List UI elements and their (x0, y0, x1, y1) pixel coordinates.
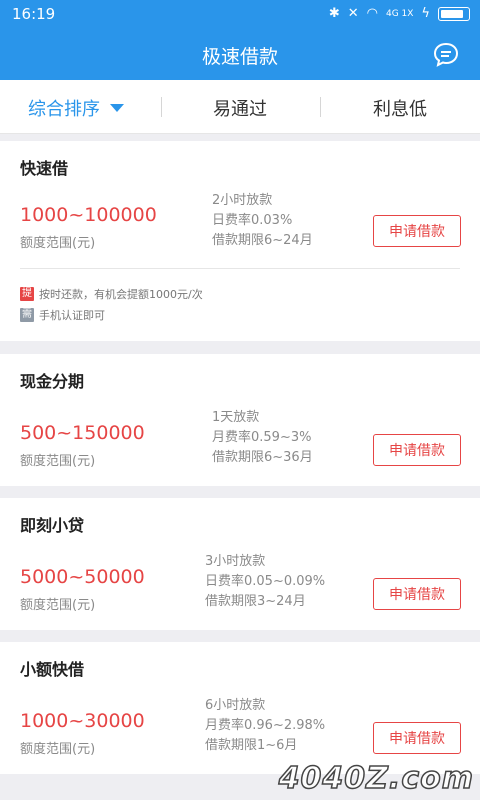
filter-separator (161, 97, 162, 117)
filter-bar: 综合排序 易通过 利息低 (0, 80, 480, 134)
amount-range: 5000~50000 (20, 566, 145, 588)
loan-card[interactable]: 小额快借 1000~30000 额度范围(元) 6小时放款 月费率0.96~2.… (0, 642, 480, 774)
status-time: 16:19 (12, 5, 56, 23)
loan-card[interactable]: 现金分期 500~150000 额度范围(元) 1天放款 月费率0.59~3% … (0, 354, 480, 486)
product-details: 1天放款 月费率0.59~3% 借款期限6~36月 (212, 408, 313, 468)
loan-term: 借款期限6~36月 (212, 450, 313, 465)
product-name: 快速借 (20, 159, 69, 178)
status-icons: ✱ ✕ ◠ 4G 1X ϟ (329, 6, 470, 21)
loan-card[interactable]: 即刻小贷 5000~50000 额度范围(元) 3小时放款 日费率0.05~0.… (0, 498, 480, 630)
apply-button[interactable]: 申请借款 (373, 434, 461, 466)
range-label: 额度范围(元) (20, 598, 96, 613)
range-label: 额度范围(元) (20, 742, 96, 757)
filter-sort-label: 综合排序 (28, 99, 100, 120)
watermark-logo: 4040Z.com (278, 760, 474, 797)
loan-term: 借款期限3~24月 (205, 594, 306, 609)
note-requirement: 需 手机认证即可 (20, 307, 105, 323)
amount-range: 1000~30000 (20, 710, 145, 732)
fee-rate: 日费率0.05~0.09% (205, 574, 326, 589)
loan-term: 借款期限1~6月 (205, 738, 298, 753)
wifi-icon: ◠ (366, 6, 378, 21)
range-label: 额度范围(元) (20, 236, 96, 251)
amount-range: 500~150000 (20, 422, 145, 444)
amount-range: 1000~100000 (20, 204, 157, 226)
range-label: 额度范围(元) (20, 454, 96, 469)
apply-button[interactable]: 申请借款 (373, 722, 461, 754)
network-label: 4G 1X (385, 8, 414, 19)
bluetooth-icon: ✱ (328, 6, 340, 21)
require-tag-icon: 需 (20, 308, 34, 322)
fee-rate: 月费率0.96~2.98% (205, 718, 326, 733)
payout-time: 3小时放款 (205, 554, 266, 569)
apply-button[interactable]: 申请借款 (373, 215, 461, 247)
filter-low-interest[interactable]: 利息低 (373, 95, 427, 121)
charging-icon: ϟ (421, 6, 430, 21)
loan-card[interactable]: 快速借 1000~100000 额度范围(元) 2小时放款 日费率0.03% 借… (0, 141, 480, 341)
message-icon[interactable] (432, 41, 460, 69)
apply-button[interactable]: 申请借款 (373, 578, 461, 610)
payout-time: 1天放款 (212, 410, 260, 425)
status-bar: 16:19 ✱ ✕ ◠ 4G 1X ϟ (0, 0, 480, 30)
app-header: 极速借款 (0, 30, 480, 80)
payout-time: 2小时放款 (212, 193, 273, 208)
divider (20, 268, 460, 269)
note-text: 手机认证即可 (39, 309, 105, 322)
raise-tag-icon: 提 (20, 287, 34, 301)
product-details: 2小时放款 日费率0.03% 借款期限6~24月 (212, 191, 313, 251)
battery-icon (438, 6, 470, 21)
note-text: 按时还款，有机会提额1000元/次 (39, 288, 203, 301)
fee-rate: 日费率0.03% (212, 213, 293, 228)
page-title: 极速借款 (201, 46, 278, 68)
product-name: 现金分期 (20, 372, 85, 391)
fee-rate: 月费率0.59~3% (212, 430, 312, 445)
filter-sort[interactable]: 综合排序 (28, 95, 124, 121)
product-details: 6小时放款 月费率0.96~2.98% 借款期限1~6月 (205, 696, 325, 756)
product-name: 即刻小贷 (20, 516, 85, 535)
loan-term: 借款期限6~24月 (212, 233, 313, 248)
filter-separator (320, 97, 321, 117)
mute-icon: ✕ (347, 6, 359, 21)
product-details: 3小时放款 日费率0.05~0.09% 借款期限3~24月 (205, 552, 325, 612)
note-raise-limit: 提 按时还款，有机会提额1000元/次 (20, 286, 203, 302)
payout-time: 6小时放款 (205, 698, 266, 713)
chevron-down-icon (110, 104, 124, 112)
product-name: 小额快借 (20, 660, 85, 679)
filter-easy-pass[interactable]: 易通过 (213, 95, 267, 121)
